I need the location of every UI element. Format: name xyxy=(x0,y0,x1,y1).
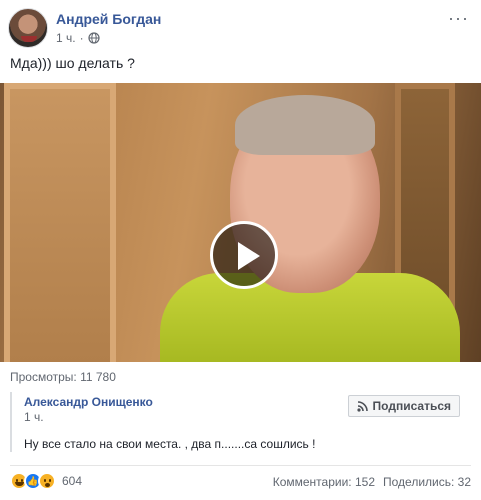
video-player[interactable] xyxy=(0,83,481,362)
wow-reaction-icon xyxy=(38,472,56,490)
post-stats: Комментарии: 152 Поделились: 32 xyxy=(273,475,471,489)
shared-time[interactable]: 1 ч. xyxy=(24,410,44,424)
shared-text: Ну все стало на свои места. , два п.....… xyxy=(24,437,316,451)
post-footer: 👍 604 Комментарии: 152 Поделились: 32 xyxy=(10,472,471,492)
video-frame-hair xyxy=(235,95,375,155)
video-views: Просмотры: 11 780 xyxy=(10,370,116,384)
rss-icon xyxy=(356,400,368,412)
shared-comment: Александр Онищенко 1 ч. Подписаться Ну в… xyxy=(10,392,470,452)
reaction-count: 604 xyxy=(62,474,83,488)
shares-count-link[interactable]: Поделились: 32 xyxy=(383,475,471,489)
subscribe-label: Подписаться xyxy=(372,399,451,413)
shared-author-name[interactable]: Александр Онищенко xyxy=(24,395,153,409)
author-avatar[interactable] xyxy=(8,8,48,48)
subscribe-button[interactable]: Подписаться xyxy=(347,395,460,417)
play-button[interactable] xyxy=(210,221,278,289)
post-time[interactable]: 1 ч. xyxy=(56,31,76,45)
video-frame-door xyxy=(4,83,116,362)
meta-separator: · xyxy=(79,31,84,45)
facebook-post: Андрей Богдан 1 ч. · ··· Мда))) шо делат… xyxy=(0,0,481,500)
post-text: Мда))) шо делать ? xyxy=(10,55,135,71)
globe-icon[interactable] xyxy=(87,32,100,44)
footer-divider xyxy=(10,465,471,466)
author-name[interactable]: Андрей Богдан xyxy=(56,11,161,27)
post-header: Андрей Богдан 1 ч. · ··· xyxy=(8,8,473,48)
reactions-summary[interactable]: 👍 604 xyxy=(10,472,82,490)
post-meta: 1 ч. · xyxy=(56,31,100,45)
play-icon xyxy=(238,242,260,270)
more-icon[interactable]: ··· xyxy=(448,9,469,27)
comments-count-link[interactable]: Комментарии: 152 xyxy=(273,475,375,489)
